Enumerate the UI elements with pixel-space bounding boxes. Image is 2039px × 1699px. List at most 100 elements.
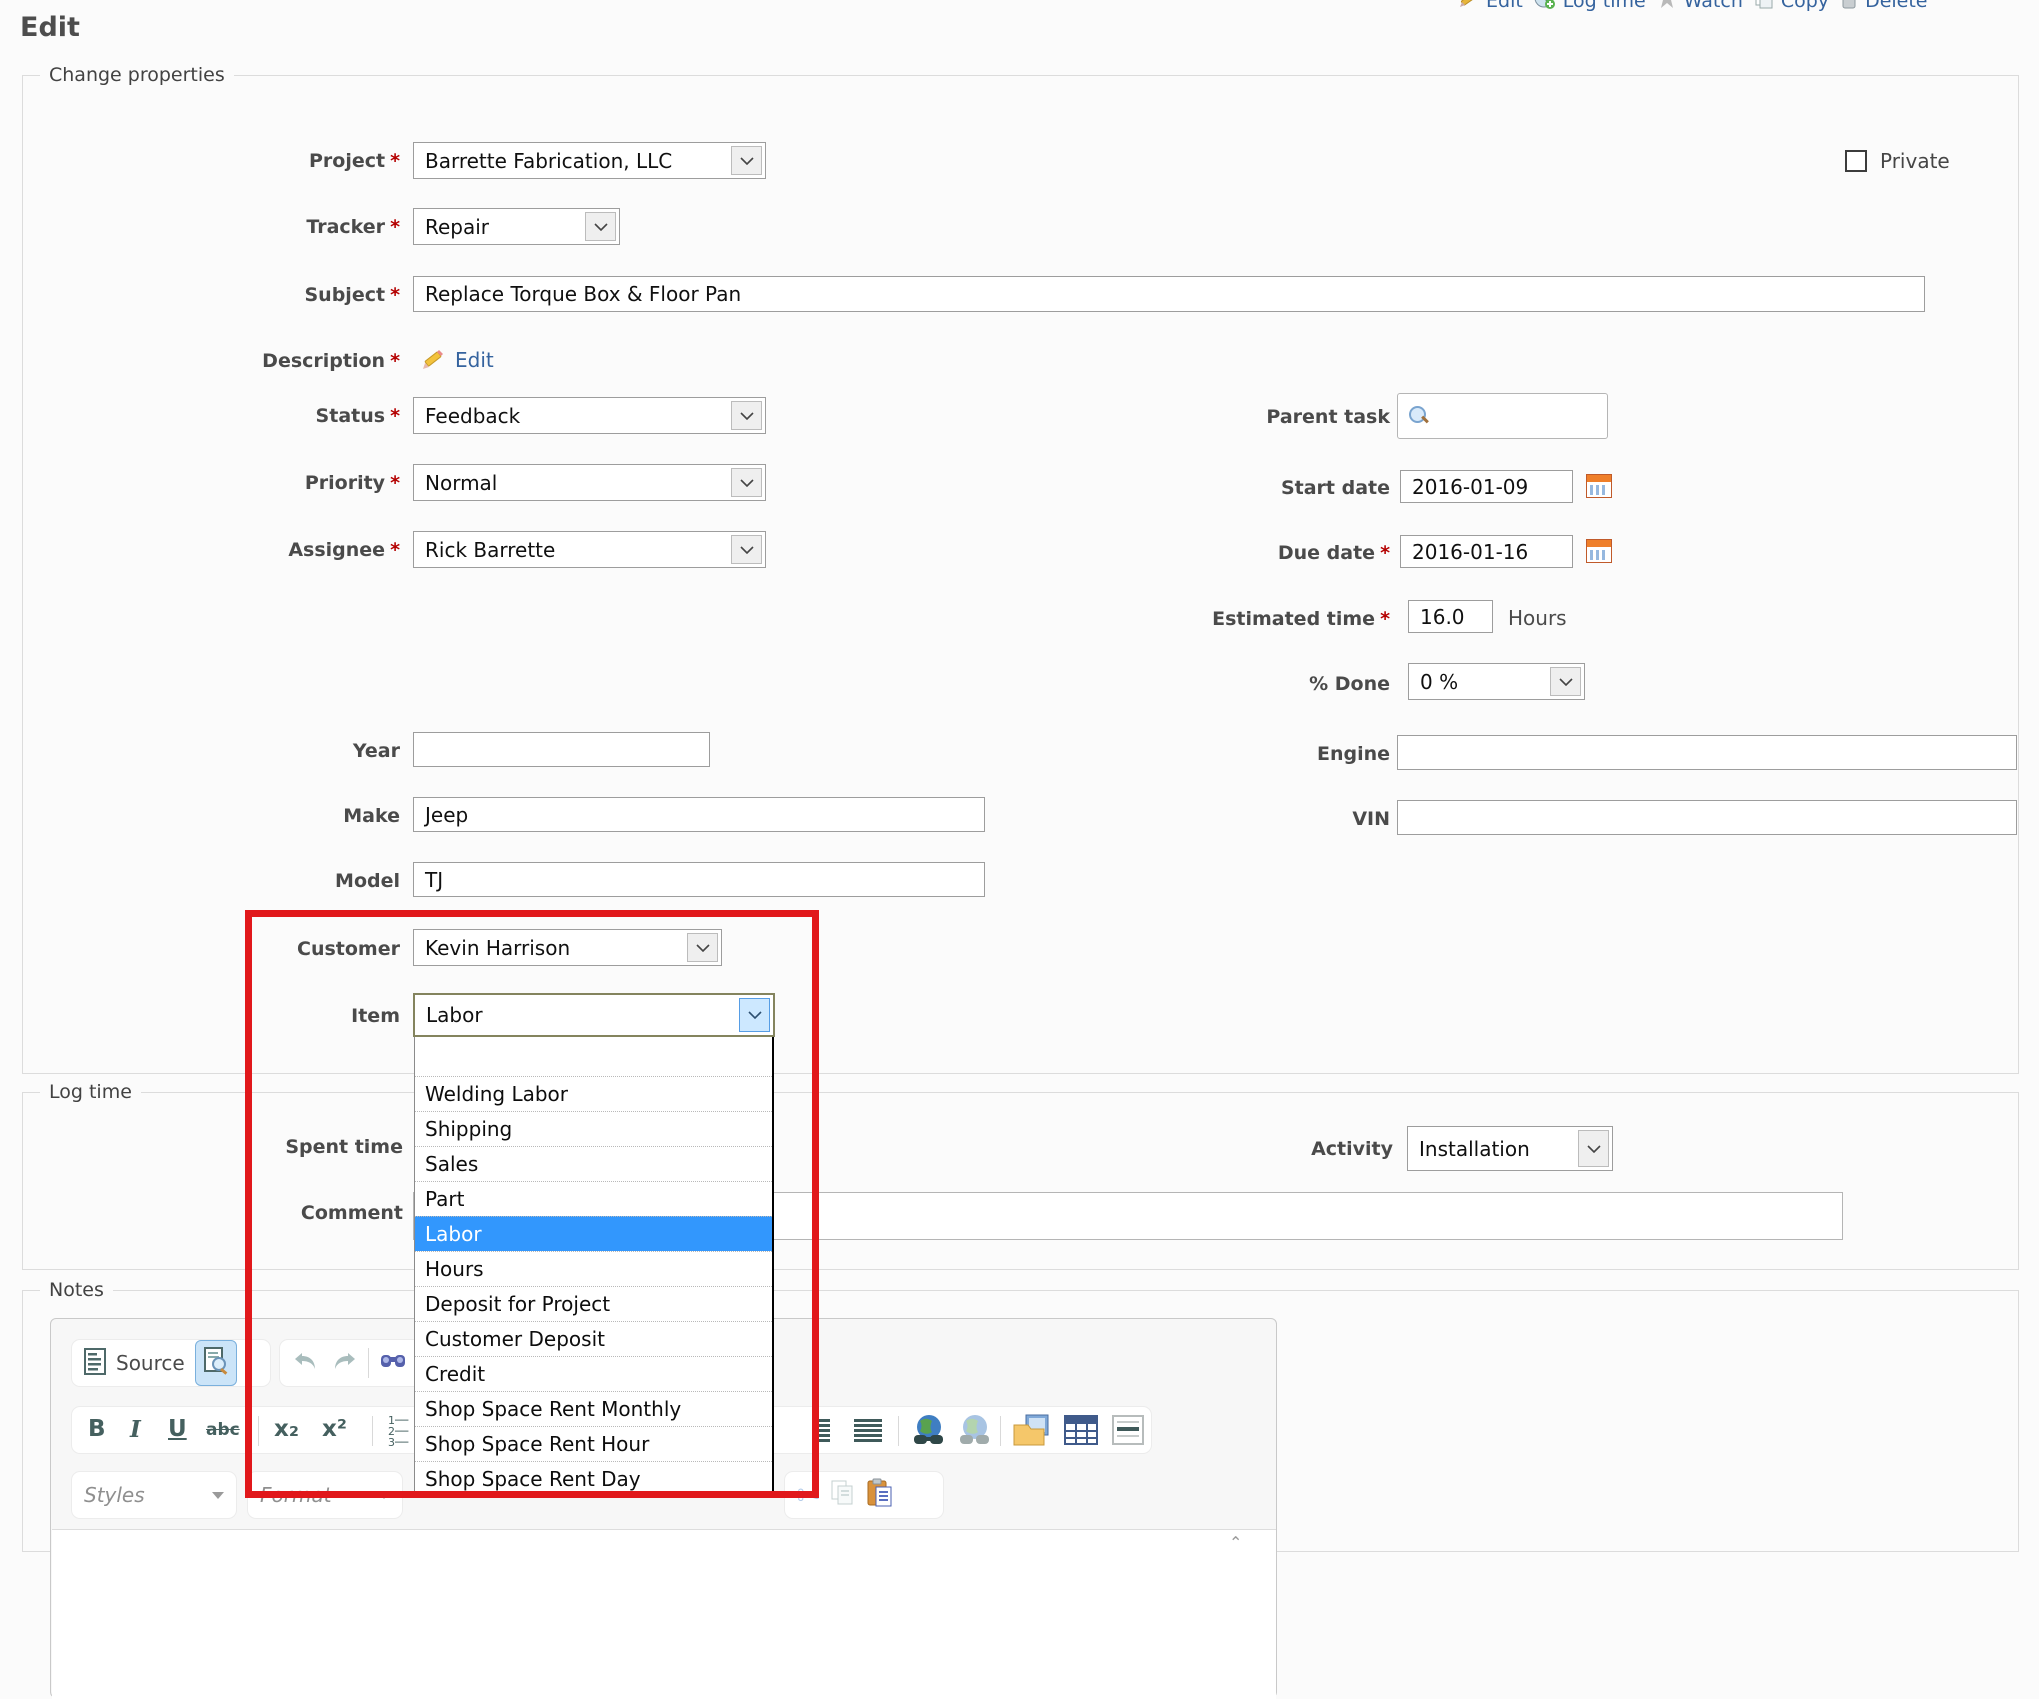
dropdown-option[interactable]: Shipping	[415, 1111, 772, 1146]
strikethrough-button[interactable]: abc	[206, 1420, 240, 1440]
subscript-button[interactable]: x₂	[274, 1416, 299, 1442]
assignee-label: Assignee*	[60, 539, 400, 561]
paste-icon[interactable]	[866, 1478, 894, 1512]
chevron-down-icon[interactable]	[585, 212, 616, 241]
cut-icon[interactable]: ✂	[797, 1479, 820, 1512]
parent-task-label: Parent task	[1040, 406, 1390, 428]
copy-icon[interactable]	[830, 1479, 856, 1511]
tracker-select[interactable]: Repair	[413, 208, 620, 245]
underline-button[interactable]: U	[168, 1416, 187, 1442]
item-dropdown-list: Welding Labor Shipping Sales Part Labor …	[414, 1037, 774, 1496]
percent-done-select[interactable]: 0 %	[1408, 663, 1585, 700]
editor-content-area[interactable]	[52, 1529, 1276, 1699]
context-copy-link[interactable]: Copy	[1781, 0, 1829, 12]
log-time-fieldset	[22, 1092, 2019, 1270]
dropdown-option[interactable]: Shop Space Rent Hour	[415, 1426, 772, 1461]
styles-dropdown[interactable]: Styles	[71, 1471, 237, 1519]
dropdown-option[interactable]	[415, 1037, 772, 1076]
calendar-icon[interactable]	[1586, 474, 1612, 498]
dropdown-option[interactable]: Sales	[415, 1146, 772, 1181]
priority-select[interactable]: Normal	[413, 464, 766, 501]
dropdown-option-selected[interactable]: Labor	[415, 1216, 772, 1251]
project-label: Project*	[60, 150, 400, 172]
estimated-time-unit: Hours	[1508, 606, 1567, 630]
percent-done-label: % Done	[1040, 673, 1390, 695]
chevron-down-icon[interactable]	[1550, 667, 1581, 696]
status-select[interactable]: Feedback	[413, 397, 766, 434]
chevron-down-icon[interactable]	[1578, 1130, 1609, 1167]
image-icon[interactable]	[1012, 1413, 1052, 1453]
start-date-input[interactable]: 2016-01-09	[1400, 470, 1573, 503]
assignee-select[interactable]: Rick Barrette	[413, 531, 766, 568]
chevron-down-icon[interactable]	[739, 998, 770, 1032]
project-select[interactable]: Barrette Fabrication, LLC	[413, 142, 766, 179]
dropdown-option[interactable]: Deposit for Project	[415, 1286, 772, 1321]
tracker-label: Tracker*	[60, 216, 400, 238]
dropdown-option[interactable]: Hours	[415, 1251, 772, 1286]
customer-select[interactable]: Kevin Harrison	[413, 929, 722, 966]
parent-task-input[interactable]	[1397, 393, 1608, 439]
source-button[interactable]: Source	[116, 1351, 185, 1375]
due-date-input[interactable]: 2016-01-16	[1400, 535, 1573, 568]
chevron-down-icon	[378, 1492, 390, 1499]
item-select[interactable]: Labor	[413, 993, 775, 1037]
chevron-down-icon[interactable]	[731, 535, 762, 564]
block-justify-icon[interactable]	[854, 1417, 884, 1449]
model-input[interactable]: TJ	[413, 862, 985, 897]
indent-block-icon[interactable]	[814, 1417, 840, 1449]
context-delete-link[interactable]: Delete	[1865, 0, 1927, 12]
notes-legend: Notes	[40, 1279, 113, 1301]
year-input[interactable]	[413, 732, 710, 767]
chevron-down-icon[interactable]	[687, 933, 718, 962]
vin-input[interactable]	[1397, 800, 2017, 835]
log-time-icon	[1533, 0, 1557, 16]
subject-input[interactable]: Replace Torque Box & Floor Pan	[413, 276, 1925, 312]
format-dropdown[interactable]: Format	[247, 1471, 403, 1519]
change-properties-legend: Change properties	[40, 64, 234, 86]
link-icon[interactable]	[910, 1413, 948, 1453]
undo-icon[interactable]	[292, 1350, 320, 1376]
dropdown-option[interactable]: Customer Deposit	[415, 1321, 772, 1356]
engine-label: Engine	[1040, 743, 1390, 765]
numbered-list-icon[interactable]: 1──2──3──	[388, 1415, 408, 1448]
chevron-down-icon[interactable]	[731, 468, 762, 497]
engine-input[interactable]	[1397, 735, 2017, 770]
source-icon	[84, 1348, 106, 1379]
make-label: Make	[60, 805, 400, 827]
unlink-icon[interactable]	[956, 1413, 994, 1453]
year-label: Year	[60, 740, 400, 762]
description-edit-link[interactable]: Edit	[455, 348, 494, 372]
dropdown-option[interactable]: Shop Space Rent Day	[415, 1461, 772, 1496]
private-checkbox[interactable]	[1845, 150, 1867, 172]
redo-icon[interactable]	[330, 1350, 358, 1376]
italic-button[interactable]: I	[130, 1416, 141, 1443]
context-log-time-link[interactable]: Log time	[1563, 0, 1646, 12]
due-date-label: Due date*	[1040, 542, 1390, 564]
dropdown-option[interactable]: Credit	[415, 1356, 772, 1391]
private-label: Private	[1880, 149, 1950, 173]
estimated-time-label: Estimated time*	[1040, 608, 1390, 630]
calendar-icon[interactable]	[1586, 539, 1612, 563]
search-icon	[1409, 406, 1429, 426]
preview-button[interactable]	[195, 1340, 237, 1386]
find-icon[interactable]	[379, 1349, 409, 1377]
activity-select[interactable]: Installation	[1407, 1126, 1613, 1171]
start-date-label: Start date	[1040, 477, 1390, 499]
chevron-down-icon[interactable]	[731, 146, 762, 175]
superscript-button[interactable]: x²	[322, 1416, 347, 1442]
estimated-time-input[interactable]: 16.0	[1408, 600, 1493, 633]
dropdown-option[interactable]: Shop Space Rent Monthly	[415, 1391, 772, 1426]
dropdown-option[interactable]: Part	[415, 1181, 772, 1216]
context-edit-link[interactable]: Edit	[1486, 0, 1523, 12]
vin-label: VIN	[1040, 808, 1390, 830]
chevron-down-icon	[212, 1492, 224, 1499]
bold-button[interactable]: B	[88, 1416, 106, 1442]
dropdown-option[interactable]: Welding Labor	[415, 1076, 772, 1111]
table-icon[interactable]	[1064, 1415, 1098, 1449]
chevron-down-icon[interactable]	[731, 401, 762, 430]
horizontal-rule-icon[interactable]	[1112, 1415, 1144, 1449]
activity-label: Activity	[1040, 1138, 1393, 1160]
context-watch-link[interactable]: Watch	[1684, 0, 1743, 12]
pencil-icon	[420, 346, 446, 376]
make-input[interactable]: Jeep	[413, 797, 985, 832]
